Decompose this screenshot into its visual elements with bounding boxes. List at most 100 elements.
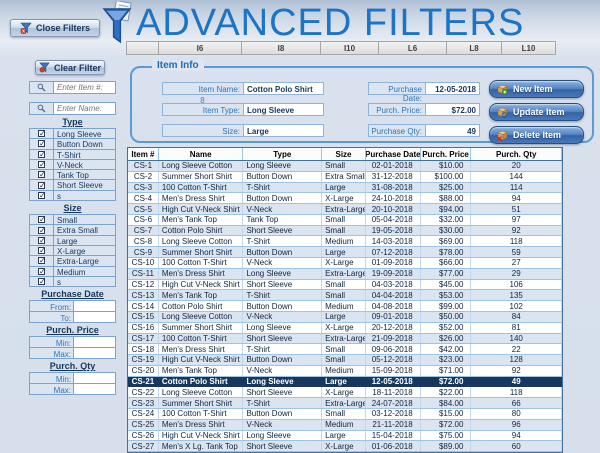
close-filters-button[interactable]: x Close Filters	[10, 19, 100, 37]
column-strip-cell-l10[interactable]: L10	[501, 41, 556, 55]
cell: $52.00	[421, 323, 472, 333]
table-row-cs-13[interactable]: CS-13Men's Tank TopT-ShirtSmall04-04-201…	[128, 290, 562, 301]
size-option-row: X-Large	[29, 245, 116, 256]
date-to-row: To:	[29, 311, 116, 323]
purchase-date-value[interactable]: 12-05-2018	[425, 82, 480, 95]
cell: $50.00	[421, 312, 472, 322]
price-max-input[interactable]	[74, 348, 115, 358]
cell: 118	[471, 387, 562, 397]
column-strip-cell-i6[interactable]: I6	[158, 41, 242, 55]
cell: Summer Short Shirt	[159, 323, 244, 333]
table-row-cs-16[interactable]: CS-16Summer Short ShirtLong SleeveX-Larg…	[128, 323, 562, 334]
update-item-button[interactable]: Update Item	[489, 103, 584, 121]
table-row-cs-7[interactable]: CS-7Cotton Polo ShirtShort SleeveSmall19…	[128, 226, 562, 237]
table-row-cs-10[interactable]: CS-10100 Cotton T-ShirtV-NeckX-Large01-0…	[128, 258, 562, 269]
to-label: To:	[30, 312, 74, 322]
table-row-cs-25[interactable]: CS-25Men's Dress ShirtV-NeckMedium21-11-…	[128, 420, 562, 431]
table-row-cs-12[interactable]: CS-12High Cut V-Neck ShirtShort SleeveSm…	[128, 280, 562, 291]
cell: 21-09-2018	[366, 334, 421, 344]
cell: Large	[322, 247, 366, 257]
cell: 03-12-2018	[366, 409, 421, 419]
checkbox-checked-icon[interactable]	[30, 160, 54, 169]
column-strip-cell-l6[interactable]: L6	[378, 41, 447, 55]
table-row-cs-26[interactable]: CS-26High Cut V-Neck ShirtLong SleeveLar…	[128, 431, 562, 442]
cell: Button Down	[243, 193, 322, 203]
checkbox-checked-icon[interactable]	[30, 150, 54, 159]
cell: CS-16	[128, 323, 159, 333]
table-row-cs-2[interactable]: CS-2Summer Short ShirtButton DownExtra S…	[128, 172, 562, 183]
table-row-cs-17[interactable]: CS-17100 Cotton T-ShirtShort SleeveExtra…	[128, 334, 562, 345]
name-input[interactable]	[53, 102, 116, 115]
cell: 19-05-2018	[366, 226, 421, 236]
date-to-input[interactable]	[74, 312, 115, 322]
table-row-cs-1[interactable]: CS-1Long Sleeve CottonLong SleeveSmall02…	[128, 161, 562, 172]
table-row-cs-5[interactable]: CS-5High Cut V-Neck ShirtV-NeckExtra-Lar…	[128, 204, 562, 215]
checkbox-checked-icon[interactable]	[30, 215, 54, 224]
checkbox-checked-icon[interactable]	[30, 256, 54, 265]
qty-min-input[interactable]	[74, 373, 115, 383]
date-from-input[interactable]	[74, 301, 115, 311]
delete-item-button[interactable]: Delete Item	[489, 126, 584, 144]
qty-max-input[interactable]	[74, 384, 115, 394]
table-row-cs-3[interactable]: CS-3100 Cotton T-ShirtT-ShirtLarge31-08-…	[128, 183, 562, 194]
table-row-cs-20[interactable]: CS-20Men's Tank TopV-NeckMedium15-09-201…	[128, 366, 562, 377]
item-name-value[interactable]: Cotton Polo Shirt	[243, 82, 324, 95]
cell: T-Shirt	[243, 183, 322, 193]
new-item-button[interactable]: New Item	[489, 80, 584, 98]
type-option-label: Short Sleeve	[54, 180, 115, 189]
cell: $25.00	[421, 183, 472, 193]
checkbox-checked-icon[interactable]	[30, 170, 54, 179]
table-row-cs-8[interactable]: CS-8Long Sleeve CottonT-ShirtMedium14-03…	[128, 236, 562, 247]
table-row-cs-15[interactable]: CS-15Long Sleeve CottonV-NeckLarge09-01-…	[128, 312, 562, 323]
cell: Extra-Large	[322, 204, 366, 214]
checkbox-checked-icon[interactable]	[30, 180, 54, 189]
cell: Short Sleeve	[243, 334, 322, 344]
clear-filter-button[interactable]: Clear Filter	[35, 60, 105, 75]
table-row-cs-18[interactable]: CS-18Men's Dress ShirtT-ShirtSmall09-06-…	[128, 344, 562, 355]
item-type-value[interactable]: Long Sleeve	[243, 103, 324, 116]
cell: Medium	[322, 236, 366, 246]
cell: 15-04-2018	[366, 431, 421, 441]
cell: Small	[322, 409, 366, 419]
checkbox-checked-icon[interactable]	[30, 129, 54, 138]
size-value[interactable]: Large	[243, 124, 324, 137]
checkbox-checked-icon[interactable]	[30, 246, 54, 255]
table-row-cs-23[interactable]: CS-23Summer Short ShirtT-ShirtExtra-Larg…	[128, 398, 562, 409]
table-row-cs-6[interactable]: CS-6Men's Tank TopTank TopSmall05-04-201…	[128, 215, 562, 226]
checkbox-checked-icon[interactable]	[30, 267, 54, 276]
column-strip-cell-i10[interactable]: I10	[320, 41, 379, 55]
update-item-label: Update Item	[513, 107, 565, 117]
type-option-row: Tank Top	[29, 169, 116, 180]
checkbox-checked-icon[interactable]	[30, 236, 54, 245]
column-strip-cell-l8[interactable]: L8	[446, 41, 502, 55]
clear-filter-label: Clear Filter	[54, 63, 101, 73]
purchase-qty-value[interactable]: 49	[425, 124, 480, 137]
table-row-cs-14[interactable]: CS-14Cotton Polo ShirtButton DownMedium0…	[128, 301, 562, 312]
checkbox-checked-icon[interactable]	[30, 191, 54, 200]
cell: CS-10	[128, 258, 159, 268]
table-row-cs-22[interactable]: CS-22Long Sleeve CottonShort SleeveX-Lar…	[128, 387, 562, 398]
cell: Small	[322, 355, 366, 365]
column-strip-cell-i8[interactable]: I8	[241, 41, 321, 55]
cell: CS-20	[128, 366, 159, 376]
cell: Long Sleeve Cotton	[159, 236, 244, 246]
item-number-input[interactable]	[53, 81, 116, 94]
table-row-cs-27[interactable]: CS-27Men's X Lg. Tank TopShort SleeveX-L…	[128, 441, 562, 452]
table-row-cs-19[interactable]: CS-19High Cut V-Neck ShirtButton DownSma…	[128, 355, 562, 366]
table-row-cs-9[interactable]: CS-9Summer Short ShirtButton DownLarge07…	[128, 247, 562, 258]
price-min-input[interactable]	[74, 337, 115, 347]
table-row-cs-21[interactable]: CS-21Cotton Polo ShirtLong SleeveLarge12…	[128, 377, 562, 388]
cell: $66.00	[421, 258, 472, 268]
table-row-cs-24[interactable]: CS-24100 Cotton T-ShirtButton DownSmall0…	[128, 409, 562, 420]
cell: 24-07-2018	[366, 398, 421, 408]
table-row-cs-4[interactable]: CS-4Men's Dress ShirtButton DownX-Large2…	[128, 193, 562, 204]
table-row-cs-11[interactable]: CS-11Men's Dress ShirtLong SleeveExtra-L…	[128, 269, 562, 280]
cell: T-Shirt	[243, 290, 322, 300]
column-strip-cell[interactable]	[126, 41, 159, 55]
checkbox-checked-icon[interactable]	[30, 225, 54, 234]
checkbox-checked-icon[interactable]	[30, 277, 54, 286]
checkbox-checked-icon	[38, 227, 45, 234]
cell: 100 Cotton T-Shirt	[159, 258, 244, 268]
checkbox-checked-icon[interactable]	[30, 139, 54, 148]
purch-price-value[interactable]: $72.00	[425, 103, 480, 116]
